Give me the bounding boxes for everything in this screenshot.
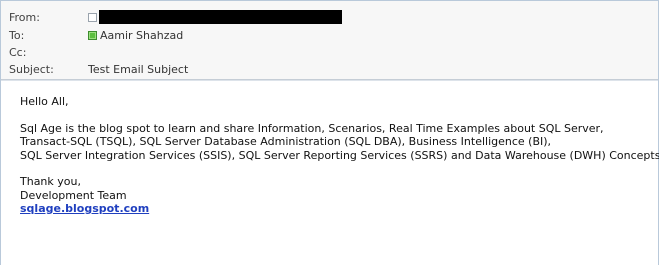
blog-link[interactable]: sqlage.blogspot.com — [20, 202, 149, 215]
cc-row: Cc: — [1, 45, 658, 60]
redacted-sender — [99, 10, 342, 24]
from-value[interactable] — [88, 10, 342, 25]
subject-label: Subject: — [9, 63, 54, 76]
paragraph-line: Transact-SQL (TSQL), SQL Server Database… — [20, 135, 552, 148]
subject-value: Test Email Subject — [88, 63, 189, 76]
from-row: From: — [1, 10, 658, 25]
to-recipient[interactable]: Aamir Shahzad — [88, 28, 183, 43]
closing: Thank you, — [20, 175, 81, 188]
paragraph-line: Sql Age is the blog spot to learn and sh… — [20, 121, 604, 135]
email-header: From: To: Aamir Shahzad Cc: Subject: Tes… — [1, 1, 658, 80]
paragraph-line: SQL Server Integration Services (SSIS), … — [20, 148, 659, 162]
greeting: Hello All, — [20, 95, 69, 108]
presence-online-icon — [88, 30, 97, 40]
subject-row: Subject: Test Email Subject — [1, 62, 658, 77]
cc-label: Cc: — [9, 46, 27, 59]
message-body[interactable]: Hello All, Sql Age is the blog spot to l… — [1, 80, 659, 265]
signature: Development Team — [20, 188, 127, 202]
to-recipient-name[interactable]: Aamir Shahzad — [100, 29, 183, 42]
from-label: From: — [9, 11, 40, 24]
to-label: To: — [9, 29, 25, 42]
to-row: To: Aamir Shahzad — [1, 28, 658, 43]
email-reading-pane: From: To: Aamir Shahzad Cc: Subject: Tes… — [0, 0, 659, 265]
message-text: Hello All, Sql Age is the blog spot to l… — [20, 95, 659, 216]
presence-unknown-icon — [88, 12, 97, 22]
